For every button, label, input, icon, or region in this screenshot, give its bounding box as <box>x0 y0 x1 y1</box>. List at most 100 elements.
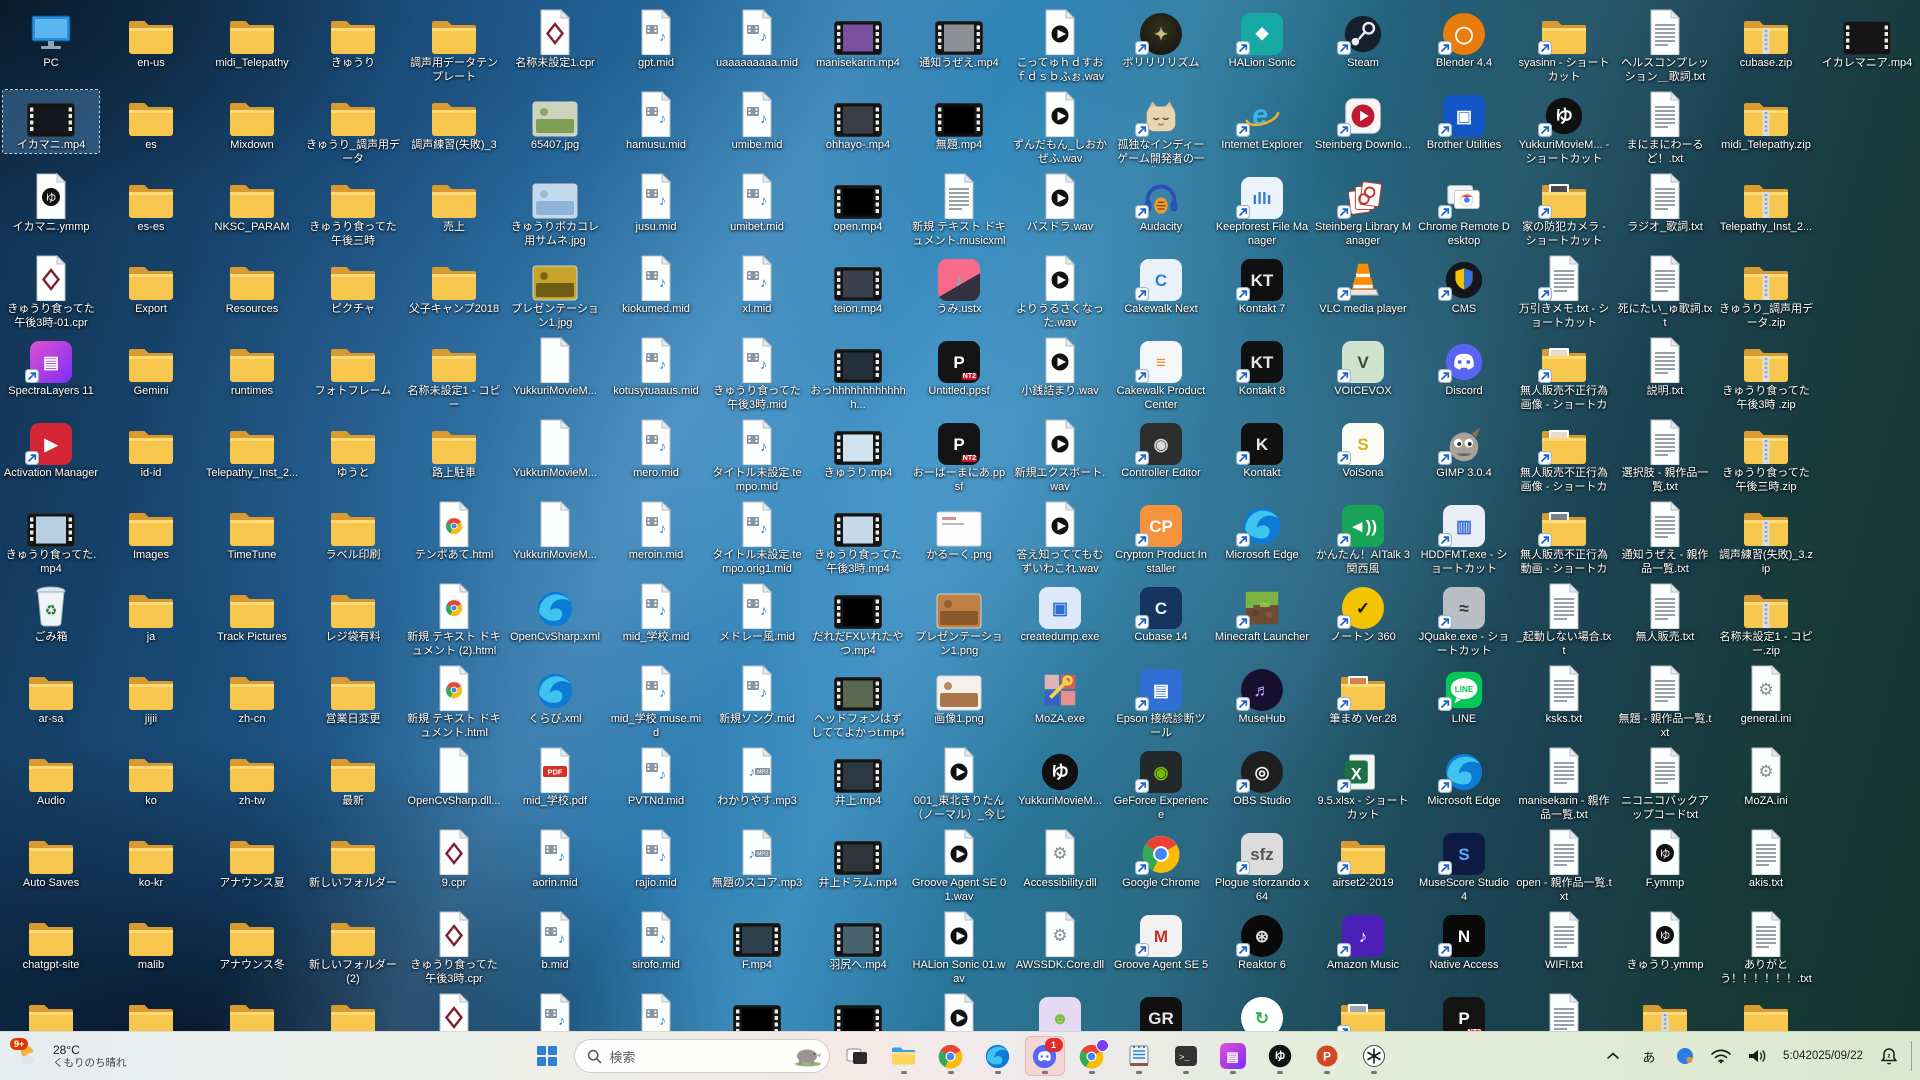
desktop-icon[interactable]: X9.5.xlsx - ショートカット <box>1315 746 1411 822</box>
desktop-icon[interactable]: HALion Sonic 01.wav <box>911 910 1007 986</box>
desktop-icon[interactable]: ♪タイトル未設定.tempo.mid <box>709 418 805 494</box>
desktop-icon[interactable]: 新規 テキスト ドキュメント.html <box>406 664 502 740</box>
desktop-icon[interactable]: ♪meroin.mid <box>608 500 704 563</box>
desktop-icon[interactable]: ▥HDDFMT.exe - ショートカット <box>1416 500 1512 576</box>
desktop-icon[interactable]: こってゅｈｄすおｆｄｓｂふぉ.wav <box>1012 8 1108 84</box>
desktop-icon[interactable]: 名称未設定1.cpr <box>507 8 603 71</box>
desktop-icon[interactable]: ニコニコバックアップコードtxt <box>1617 746 1713 822</box>
desktop-icon[interactable]: きゅうり食ってた午後3時 .zip <box>1718 336 1814 412</box>
desktop-icon[interactable]: akis.txt <box>1718 828 1814 891</box>
desktop-icon[interactable]: Telepathy_Inst_2... <box>1718 172 1814 235</box>
taskbar-yukkuri-movie-maker[interactable]: ゆ <box>1260 1036 1300 1076</box>
desktop-icon[interactable]: ▣Brother Utilities <box>1416 90 1512 153</box>
desktop-icon[interactable]: テンポあて.html <box>406 500 502 563</box>
taskbar-powerpoint[interactable]: P <box>1307 1036 1347 1076</box>
desktop-icon[interactable]: 死にたい_ゅ歌詞.txt <box>1617 254 1713 330</box>
desktop-icon[interactable]: ♪mero.mid <box>608 418 704 481</box>
volume-icon[interactable] <box>1741 1039 1773 1073</box>
desktop-icon[interactable]: アナウンス冬 <box>204 910 300 973</box>
desktop-icon[interactable]: ♪Amazon Music <box>1315 910 1411 973</box>
desktop-icon[interactable]: 路上駐車 <box>406 418 502 481</box>
desktop-icon[interactable]: まにまにわーるど！.txt <box>1617 90 1713 166</box>
desktop-icon[interactable]: 家の防犯カメラ - ショートカット <box>1516 172 1612 248</box>
desktop-icon[interactable]: Gemini <box>103 336 199 399</box>
desktop-icon[interactable]: es-es <box>103 172 199 235</box>
desktop-icon[interactable]: 父子キャンプ2018 <box>406 254 502 317</box>
desktop-icon[interactable]: KKontakt <box>1214 418 1310 481</box>
desktop-icon[interactable]: ゆきゅうり.ymmp <box>1617 910 1713 973</box>
desktop-icon[interactable]: ✦ポリリリリズム <box>1113 8 1209 71</box>
desktop-icon[interactable]: ▤SpectraLayers 11 <box>3 336 99 399</box>
desktop-icon[interactable]: おっhhhhhhhhhhhhh... <box>810 336 906 412</box>
desktop-icon[interactable]: ⚙general.ini <box>1718 664 1814 727</box>
desktop-icon[interactable]: 新規 テキスト ドキュメント (2).html <box>406 582 502 658</box>
desktop-icon[interactable]: ko-kr <box>103 828 199 891</box>
taskbar-edge[interactable] <box>978 1036 1018 1076</box>
desktop-icon[interactable]: Export <box>103 254 199 317</box>
desktop-icon[interactable]: イカマニ.mp4 <box>3 90 99 153</box>
desktop-icon[interactable]: eInternet Explorer <box>1214 90 1310 153</box>
taskbar-chrome[interactable] <box>931 1036 971 1076</box>
desktop-icon[interactable]: NKSC_PARAM <box>204 172 300 235</box>
notification-bell-icon[interactable]: z <box>1873 1039 1905 1073</box>
desktop-icon[interactable]: くらび.xml <box>507 664 603 727</box>
desktop-icon[interactable]: ✓ノートン 360 <box>1315 582 1411 645</box>
desktop-icon[interactable]: きゅうり食ってた午後三時.zip <box>1718 418 1814 494</box>
desktop-icon[interactable]: ≈JQuake.exe - ショートカット <box>1416 582 1512 658</box>
desktop-icon[interactable]: Audio <box>3 746 99 809</box>
desktop-icon[interactable]: きゅうり_調声用データ <box>305 90 401 166</box>
desktop-icon[interactable]: 無人販売不正行為画像 - ショートカット <box>1516 418 1612 495</box>
desktop-icon[interactable]: 無題.mp4 <box>911 90 1007 153</box>
desktop-icon[interactable]: ゆYukkuriMovieM... - ショートカット <box>1516 90 1612 166</box>
desktop-icon[interactable]: ksks.txt <box>1516 664 1612 727</box>
desktop-icon[interactable]: ❖HALion Sonic <box>1214 8 1310 71</box>
desktop-icon[interactable]: MoZA.exe <box>1012 664 1108 727</box>
desktop-icon[interactable]: ゆイカマニ.ymmp <box>3 172 99 235</box>
desktop-icon[interactable]: CMS <box>1416 254 1512 317</box>
desktop-icon[interactable]: 新しいフォルダー <box>305 828 401 891</box>
desktop-icon[interactable]: フォトフレーム <box>305 336 401 399</box>
desktop-icon[interactable]: よりうるさくなった.wav <box>1012 254 1108 330</box>
desktop-icon[interactable]: 65407.jpg <box>507 90 603 153</box>
desktop-icon[interactable]: sfzPlogue sforzando x64 <box>1214 828 1310 904</box>
desktop-icon[interactable]: ♪umibet.mid <box>709 172 805 235</box>
desktop-icon[interactable]: 新規エクスポート.wav <box>1012 418 1108 494</box>
desktop-icon[interactable]: GIMP 3.0.4 <box>1416 418 1512 481</box>
desktop-icon[interactable]: 9.cpr <box>406 828 502 891</box>
desktop-icon[interactable]: malib <box>103 910 199 973</box>
desktop-icon[interactable]: きゅうりボカコレ用サムネ.jpg <box>507 172 603 248</box>
desktop-icon[interactable]: PNT2Untitled.ppsf <box>911 336 1007 399</box>
desktop-icon[interactable]: ◄))かんたん！AITalk 3 関西風 <box>1315 500 1411 576</box>
desktop-icon[interactable]: きゅうり食ってた午後三時 <box>305 172 401 248</box>
desktop-icon[interactable]: イカレマニア.mp4 <box>1819 8 1915 71</box>
taskbar-discord[interactable]: 1 <box>1025 1036 1065 1076</box>
desktop-icon[interactable]: CPCrypton Product Installer <box>1113 500 1209 576</box>
desktop-icon[interactable]: ありがとう！！！！！！.txt <box>1718 910 1814 986</box>
tray-chevron-up-icon[interactable] <box>1597 1039 1629 1073</box>
tray-clock[interactable]: 5:04 2025/09/22 <box>1777 1039 1869 1073</box>
desktop-icon[interactable]: OpenCvSharp.xml <box>507 582 603 645</box>
desktop-icon[interactable]: ≡Cakewalk Product Center <box>1113 336 1209 412</box>
desktop-icon[interactable]: Audacity <box>1113 172 1209 235</box>
desktop-icon[interactable]: ♪kotusytuaaus.mid <box>608 336 704 399</box>
desktop-icon[interactable]: ♪xl.mid <box>709 254 805 317</box>
taskbar-notepad[interactable] <box>1119 1036 1159 1076</box>
desktop-icon[interactable]: Chrome Remote Desktop <box>1416 172 1512 248</box>
onedrive-icon[interactable] <box>1669 1039 1701 1073</box>
desktop-icon[interactable]: ⊛Reaktor 6 <box>1214 910 1310 973</box>
desktop-icon[interactable]: ♪mid_学校.mid <box>608 582 704 645</box>
desktop-icon[interactable]: ♪hamusu.mid <box>608 90 704 153</box>
desktop-icon[interactable]: KTKontakt 8 <box>1214 336 1310 399</box>
desktop-icon[interactable]: zh-cn <box>204 664 300 727</box>
desktop-icon[interactable]: CCakewalk Next <box>1113 254 1209 317</box>
desktop-icon[interactable]: Discord <box>1416 336 1512 399</box>
desktop-icon[interactable]: syasinn - ショートカット <box>1516 8 1612 84</box>
desktop-icon[interactable]: PDFmid_学校.pdf <box>507 746 603 809</box>
desktop-icon[interactable]: ♪jusu.mid <box>608 172 704 235</box>
desktop-icon[interactable]: teion.mp4 <box>810 254 906 317</box>
desktop-icon[interactable]: 井上ドラム.mp4 <box>810 828 906 891</box>
wifi-icon[interactable] <box>1705 1039 1737 1073</box>
desktop-icon[interactable]: ◉Controller Editor <box>1113 418 1209 481</box>
desktop-icon[interactable]: Auto Saves <box>3 828 99 891</box>
desktop-icon[interactable]: F.mp4 <box>709 910 805 973</box>
